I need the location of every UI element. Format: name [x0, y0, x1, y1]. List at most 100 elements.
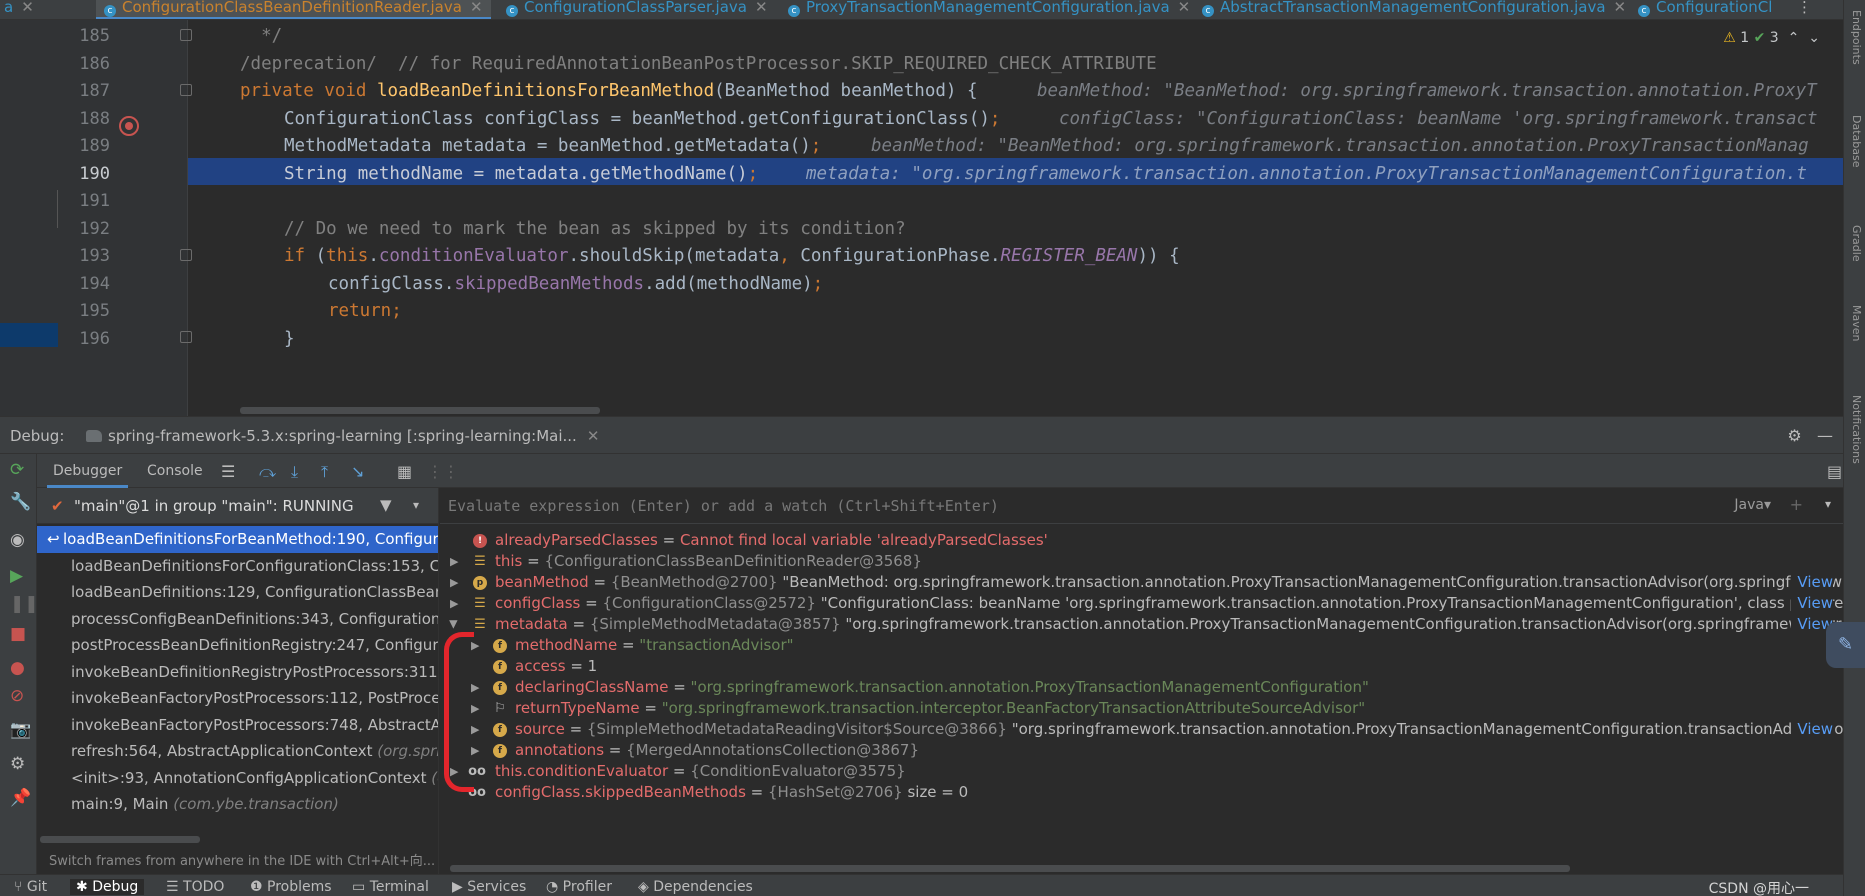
- tab-a[interactable]: a ✕: [4, 0, 34, 19]
- step-out-icon[interactable]: ⤒: [321, 462, 328, 482]
- close-icon[interactable]: ✕: [21, 0, 34, 16]
- frame-item[interactable]: loadBeanDefinitions:129, ConfigurationCl…: [37, 579, 438, 606]
- problems-tool-button[interactable]: ❶ Problems: [250, 879, 332, 895]
- pause-icon[interactable]: ❚❚: [10, 594, 39, 614]
- tab-proxytransactionmanagementconfiguration[interactable]: c ProxyTransactionManagementConfiguration…: [788, 0, 1191, 19]
- frame-label: invokeBeanFactoryPostProcessors:112, Pos…: [71, 689, 439, 707]
- close-icon[interactable]: ✕: [587, 427, 600, 445]
- add-watch-icon[interactable]: +: [1790, 495, 1803, 514]
- frame-item[interactable]: processConfigBeanDefinitions:343, Config…: [37, 606, 438, 633]
- profiler-tool-button[interactable]: ◔ Profiler: [546, 879, 612, 895]
- step-into-icon[interactable]: ⤓: [291, 462, 298, 482]
- chevron-down-icon[interactable]: ▾: [1825, 497, 1831, 511]
- frame-item[interactable]: postProcessBeanDefinitionRegistry:247, C…: [37, 632, 438, 659]
- method-breakpoint-icon[interactable]: [119, 116, 139, 136]
- variable-name: returnTypeName: [515, 699, 640, 717]
- notifications-tool[interactable]: Notifications: [1850, 395, 1863, 464]
- variables-panel: Evaluate expression (Enter) or add a wat…: [440, 488, 1843, 874]
- language-label: Java: [1734, 497, 1764, 513]
- endpoints-tool[interactable]: Endpoints: [1850, 10, 1863, 65]
- fold-icon[interactable]: [180, 249, 192, 261]
- step-over-icon[interactable]: ⤼: [259, 462, 276, 482]
- tab-configurationcl[interactable]: c ConfigurationCl: [1638, 0, 1772, 19]
- maven-tool[interactable]: Maven: [1850, 305, 1863, 341]
- frame-item[interactable]: refresh:564, AbstractApplicationContext …: [37, 738, 438, 765]
- evaluate-expression-icon[interactable]: ▦: [397, 462, 412, 481]
- terminal-tool-button[interactable]: ▭ Terminal: [352, 879, 429, 895]
- run-to-cursor-icon[interactable]: ↘: [351, 462, 364, 481]
- thread-selector[interactable]: ✔ "main"@1 in group "main": RUNNING ▼ ▾: [37, 488, 438, 524]
- gear-icon[interactable]: ⚙: [1787, 426, 1801, 445]
- close-icon[interactable]: ✕: [755, 0, 768, 16]
- tab-configurationclassbeandefinitionreader[interactable]: c ConfigurationClassBeanDefinitionReader.…: [96, 0, 491, 19]
- terminal-label: Terminal: [369, 879, 429, 895]
- settings-icon[interactable]: ⚙: [10, 754, 25, 774]
- tab-configurationclassparser[interactable]: c ConfigurationClassParser.java ✕: [506, 0, 768, 19]
- chevron-up-icon[interactable]: ⌃: [1783, 30, 1800, 46]
- fold-icon[interactable]: [180, 29, 192, 41]
- variables-horizontal-scrollbar[interactable]: [450, 865, 1570, 872]
- fold-icon[interactable]: [180, 331, 192, 343]
- restore-layout-icon[interactable]: ▤: [1827, 462, 1842, 481]
- frame-item[interactable]: invokeBeanFactoryPostProcessors:112, Pos…: [37, 685, 439, 712]
- tab-debugger[interactable]: Debugger: [47, 454, 129, 488]
- chevron-down-icon[interactable]: ▶: [442, 620, 467, 628]
- stop-icon[interactable]: ■: [10, 624, 26, 644]
- wrench-icon[interactable]: 🔧: [10, 492, 31, 512]
- field-icon: f: [493, 681, 507, 695]
- services-tool-button[interactable]: ▶ Services: [452, 879, 526, 895]
- code-editor[interactable]: 185 */ 186 /deprecation/ // for Required…: [0, 20, 1865, 416]
- check-count: 3: [1769, 30, 1779, 46]
- editor-horizontal-scrollbar[interactable]: [240, 407, 600, 414]
- dependencies-tool-button[interactable]: ◈ Dependencies: [638, 879, 753, 895]
- frame-item[interactable]: invokeBeanDefinitionRegistryPostProcesso…: [37, 659, 439, 686]
- frame-item[interactable]: <init>:93, AnnotationConfigApplicationCo…: [37, 765, 438, 792]
- frames-horizontal-scrollbar[interactable]: [40, 836, 200, 843]
- tab-abstracttransactionmanagementconfiguration[interactable]: c AbstractTransactionManagementConfigurat…: [1202, 0, 1627, 19]
- field-icon: f: [493, 660, 507, 674]
- equals-sign: =: [668, 762, 691, 780]
- equals-sign: =: [565, 657, 588, 675]
- resume-icon[interactable]: ▶: [10, 566, 23, 586]
- close-icon[interactable]: ✕: [470, 0, 483, 16]
- frame-package: (org.sprin: [377, 742, 438, 760]
- inspection-widget[interactable]: ⚠ 1 ✔ 3 ⌃ ⌄: [1723, 30, 1820, 46]
- frames-hint: Switch frames from anywhere in the IDE w…: [49, 850, 438, 869]
- floating-pen-button[interactable]: ✎: [1826, 622, 1865, 668]
- frame-item[interactable]: invokeBeanFactoryPostProcessors:748, Abs…: [37, 712, 438, 739]
- tab-console[interactable]: Console: [147, 454, 203, 488]
- field-icon: f: [493, 639, 507, 653]
- rerun-icon[interactable]: ⟳: [10, 460, 24, 480]
- tab-overflow-icon[interactable]: ⋮: [1797, 0, 1812, 19]
- close-icon[interactable]: ✕: [1614, 0, 1627, 16]
- layout-menu-icon[interactable]: ☰: [221, 462, 235, 481]
- watch-input[interactable]: Evaluate expression (Enter) or add a wat…: [440, 488, 1843, 524]
- variable-row[interactable]: oo configClass.skippedBeanMethods = {Has…: [440, 780, 1843, 805]
- gradle-tool[interactable]: Gradle: [1850, 225, 1863, 262]
- pen-icon: ✎: [1838, 634, 1854, 655]
- chevron-down-icon[interactable]: ⌄: [1804, 30, 1820, 46]
- frame-package: (com.ybe.transaction): [173, 795, 339, 813]
- view-breakpoints-icon[interactable]: ●: [10, 658, 25, 678]
- frame-label: invokeBeanDefinitionRegistryPostProcesso…: [71, 662, 439, 681]
- fold-icon[interactable]: [180, 84, 192, 96]
- pin-icon[interactable]: 📌: [10, 788, 31, 808]
- debug-tool-button[interactable]: ✱ Debug: [70, 879, 145, 895]
- chevron-down-icon[interactable]: ▾: [413, 498, 419, 512]
- filter-icon[interactable]: ▼: [380, 496, 392, 514]
- eye-icon[interactable]: ◉: [10, 530, 25, 550]
- minimize-icon[interactable]: —: [1817, 426, 1833, 445]
- frame-item[interactable]: loadBeanDefinitionsForConfigurationClass…: [37, 553, 438, 580]
- mute-breakpoints-icon[interactable]: ⊘: [10, 686, 24, 706]
- database-tool[interactable]: Database: [1850, 115, 1863, 168]
- git-tool-button[interactable]: ⑂ Git: [14, 879, 47, 895]
- frame-item[interactable]: ↩ loadBeanDefinitionsForBeanMethod:190, C…: [37, 526, 438, 553]
- language-selector[interactable]: Java▾: [1734, 497, 1771, 513]
- frame-item[interactable]: main:9, Main (com.ybe.transaction): [37, 791, 438, 818]
- camera-icon[interactable]: 📷: [10, 720, 31, 740]
- debug-session-tab[interactable]: spring-framework-5.3.x:spring-learning […: [86, 427, 599, 445]
- trace-icon[interactable]: ⋮⋮: [427, 462, 459, 481]
- todo-tool-button[interactable]: ☰ TODO: [166, 879, 224, 895]
- equals-sign: =: [580, 594, 603, 612]
- close-icon[interactable]: ✕: [1178, 0, 1191, 16]
